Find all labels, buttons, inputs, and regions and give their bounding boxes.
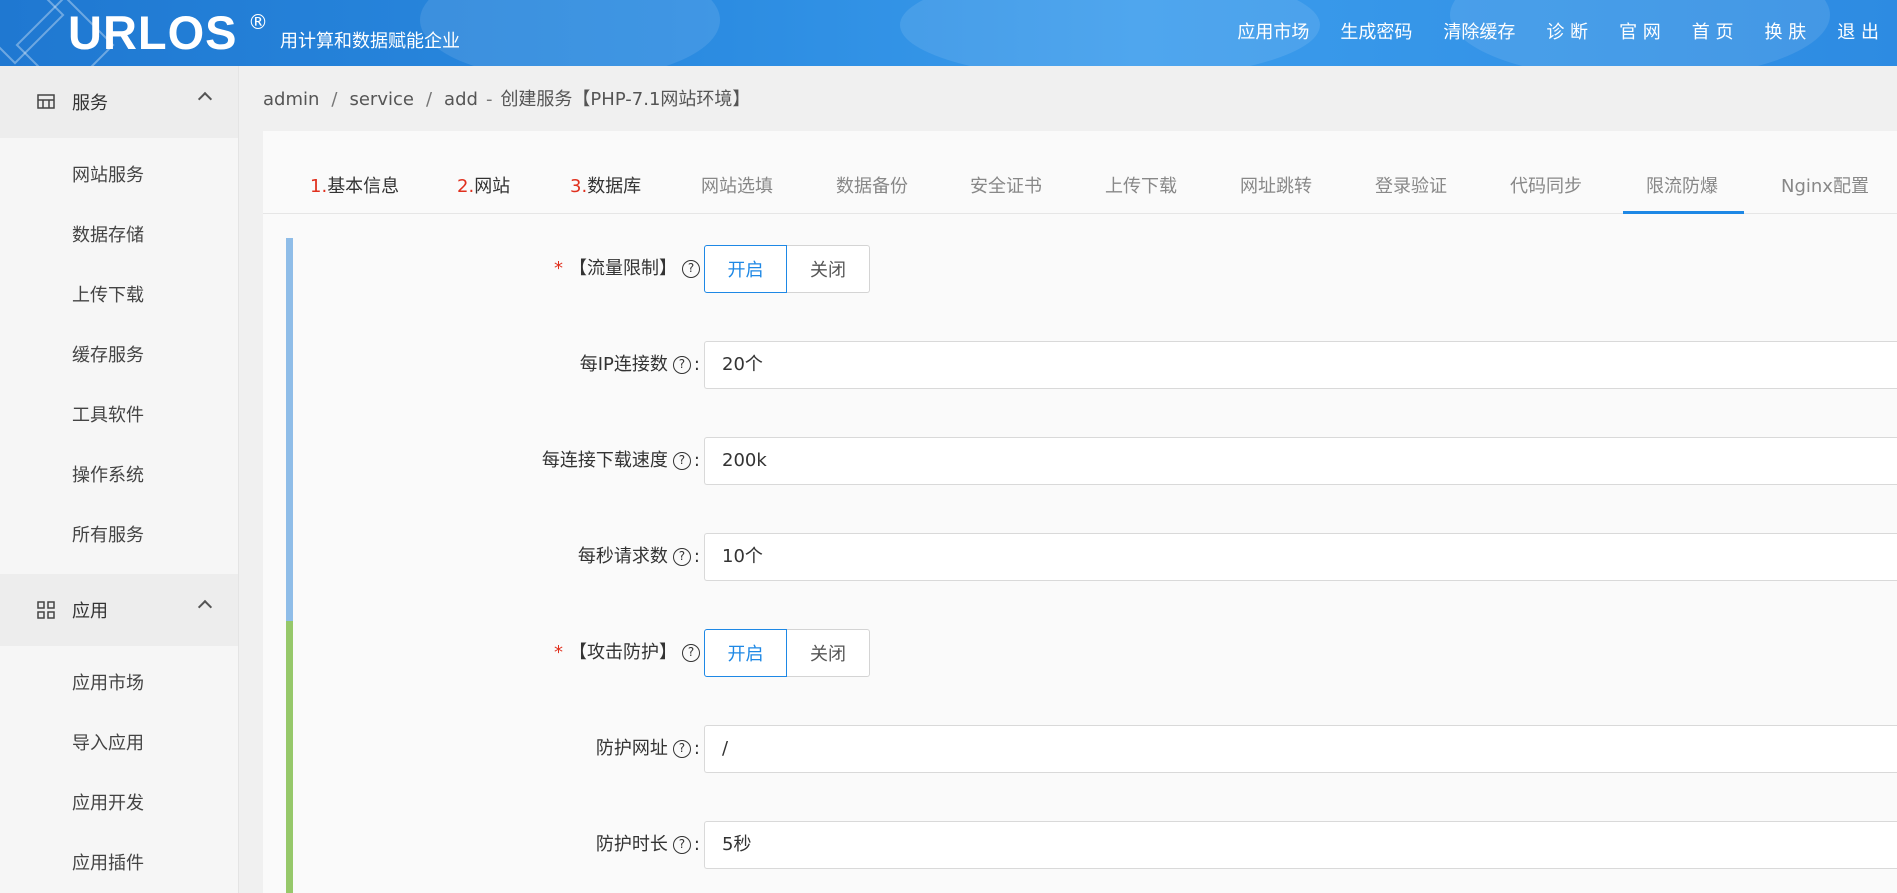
- sidebar-item-website-service[interactable]: 网站服务: [0, 146, 238, 206]
- breadcrumb: admin / service / add - 创建服务【PHP-7.1网站环境】: [263, 89, 751, 110]
- field-label: * 【流量限制】 ?: [554, 245, 700, 293]
- required-mark: *: [554, 642, 563, 663]
- attack-protect-toggle: 开启 关闭: [704, 629, 870, 677]
- sidebar-item-tools[interactable]: 工具软件: [0, 386, 238, 446]
- tab-rate-limit[interactable]: 限流防爆: [1646, 175, 1718, 199]
- tab-website[interactable]: 2.网站: [457, 175, 510, 199]
- nav-skin[interactable]: 换 肤: [1765, 20, 1807, 46]
- help-icon[interactable]: ?: [672, 836, 691, 854]
- grid-icon: [36, 600, 56, 620]
- header-cloud-decoration: [420, 0, 720, 66]
- tab-bar: 1.基本信息 2.网站 3.数据库 网站选填 数据备份 安全证书 上传下载 网址…: [263, 131, 1897, 214]
- sidebar-item-os[interactable]: 操作系统: [0, 446, 238, 506]
- tab-url-redirect[interactable]: 网址跳转: [1240, 175, 1312, 199]
- sidebar-group-apps[interactable]: 应用: [0, 574, 238, 646]
- nav-clear-cache[interactable]: 清除缓存: [1443, 20, 1515, 46]
- tab-nginx-config[interactable]: Nginx配置: [1781, 175, 1869, 199]
- registered-mark: ®: [248, 10, 268, 34]
- req-per-sec-input[interactable]: 10个: [704, 533, 1897, 581]
- breadcrumb-page-title: 创建服务【PHP-7.1网站环境】: [500, 89, 751, 110]
- help-icon[interactable]: ?: [672, 740, 691, 758]
- main-panel: 1.基本信息 2.网站 3.数据库 网站选填 数据备份 安全证书 上传下载 网址…: [263, 131, 1897, 893]
- field-label: 每连接下载速度 ?:: [541, 450, 700, 471]
- form-row-req-per-sec: 每秒请求数 ?: 10个: [263, 533, 1897, 581]
- sidebar: 服务 网站服务 数据存储 上传下载 缓存服务 工具软件 操作系统 所有服务 应用…: [0, 66, 239, 893]
- chevron-up-icon: [197, 91, 213, 107]
- form-row-attack-protect: * 【攻击防护】 ? 开启 关闭: [263, 629, 1897, 677]
- top-header: URLOS ® 用计算和数据赋能企业 应用市场 生成密码 清除缓存 诊 断 官 …: [0, 0, 1897, 66]
- form-row-protect-duration: 防护时长 ?: 5秒: [263, 821, 1897, 869]
- protect-duration-input[interactable]: 5秒: [704, 821, 1897, 869]
- nav-app-market[interactable]: 应用市场: [1237, 20, 1309, 46]
- sidebar-item-all-services[interactable]: 所有服务: [0, 506, 238, 566]
- tab-upload-download[interactable]: 上传下载: [1105, 175, 1177, 199]
- per-conn-speed-input[interactable]: 200k: [704, 437, 1897, 485]
- breadcrumb-add: add: [444, 89, 478, 110]
- tab-website-optional[interactable]: 网站选填: [701, 175, 773, 199]
- attack-protect-off-button[interactable]: 关闭: [787, 629, 870, 677]
- top-nav: 应用市场 生成密码 清除缓存 诊 断 官 网 首 页 换 肤 退 出: [1206, 20, 1879, 46]
- sidebar-group-label: 服务: [72, 93, 108, 114]
- field-label: 每IP连接数 ?:: [579, 354, 700, 375]
- field-label: * 【攻击防护】 ?: [554, 629, 700, 677]
- form-row-per-ip-conn: 每IP连接数 ?: 20个: [263, 341, 1897, 389]
- nav-official-site[interactable]: 官 网: [1619, 20, 1661, 46]
- rate-limit-off-button[interactable]: 关闭: [787, 245, 870, 293]
- help-icon[interactable]: ?: [682, 644, 700, 662]
- sidebar-item-data-storage[interactable]: 数据存储: [0, 206, 238, 266]
- field-label: 防护网址 ?:: [595, 738, 700, 759]
- field-label: 防护时长 ?:: [595, 834, 700, 855]
- tab-ssl-cert[interactable]: 安全证书: [970, 175, 1042, 199]
- nav-diagnose[interactable]: 诊 断: [1546, 20, 1588, 46]
- form-row-rate-limit: * 【流量限制】 ? 开启 关闭: [263, 245, 1897, 293]
- form-row-per-conn-speed: 每连接下载速度 ?: 200k: [263, 437, 1897, 485]
- sidebar-item-import-app[interactable]: 导入应用: [0, 714, 238, 774]
- chevron-up-icon: [197, 599, 213, 615]
- rate-limit-toggle: 开启 关闭: [704, 245, 870, 293]
- sidebar-item-app-plugins[interactable]: 应用插件: [0, 834, 238, 893]
- tab-basic-info[interactable]: 1.基本信息: [310, 175, 399, 199]
- logo: URLOS: [68, 6, 238, 59]
- help-icon[interactable]: ?: [682, 260, 700, 278]
- nav-logout[interactable]: 退 出: [1837, 20, 1879, 46]
- nav-home[interactable]: 首 页: [1692, 20, 1734, 46]
- breadcrumb-service[interactable]: service: [349, 89, 413, 110]
- rate-limit-on-button[interactable]: 开启: [704, 245, 787, 293]
- help-icon[interactable]: ?: [672, 356, 691, 374]
- sidebar-item-app-dev[interactable]: 应用开发: [0, 774, 238, 834]
- help-icon[interactable]: ?: [672, 548, 691, 566]
- attack-protect-on-button[interactable]: 开启: [704, 629, 787, 677]
- sidebar-item-app-market[interactable]: 应用市场: [0, 654, 238, 714]
- sidebar-group-service[interactable]: 服务: [0, 66, 238, 138]
- sidebar-item-upload-download[interactable]: 上传下载: [0, 266, 238, 326]
- form-row-protect-url: 防护网址 ?: /: [263, 725, 1897, 773]
- required-mark: *: [554, 258, 563, 279]
- tab-code-sync[interactable]: 代码同步: [1510, 175, 1582, 199]
- tab-data-backup[interactable]: 数据备份: [836, 175, 908, 199]
- slogan: 用计算和数据赋能企业: [280, 31, 460, 52]
- tab-database[interactable]: 3.数据库: [570, 175, 641, 199]
- help-icon[interactable]: ?: [672, 452, 691, 470]
- sidebar-item-cache-service[interactable]: 缓存服务: [0, 326, 238, 386]
- per-ip-conn-input[interactable]: 20个: [704, 341, 1897, 389]
- tab-login-auth[interactable]: 登录验证: [1375, 175, 1447, 199]
- sidebar-group-label: 应用: [72, 601, 108, 622]
- server-icon: [36, 92, 56, 112]
- breadcrumb-admin[interactable]: admin: [263, 89, 319, 110]
- nav-generate-password[interactable]: 生成密码: [1340, 20, 1412, 46]
- field-label: 每秒请求数 ?:: [577, 546, 700, 567]
- protect-url-input[interactable]: /: [704, 725, 1897, 773]
- active-tab-indicator: [1623, 211, 1744, 214]
